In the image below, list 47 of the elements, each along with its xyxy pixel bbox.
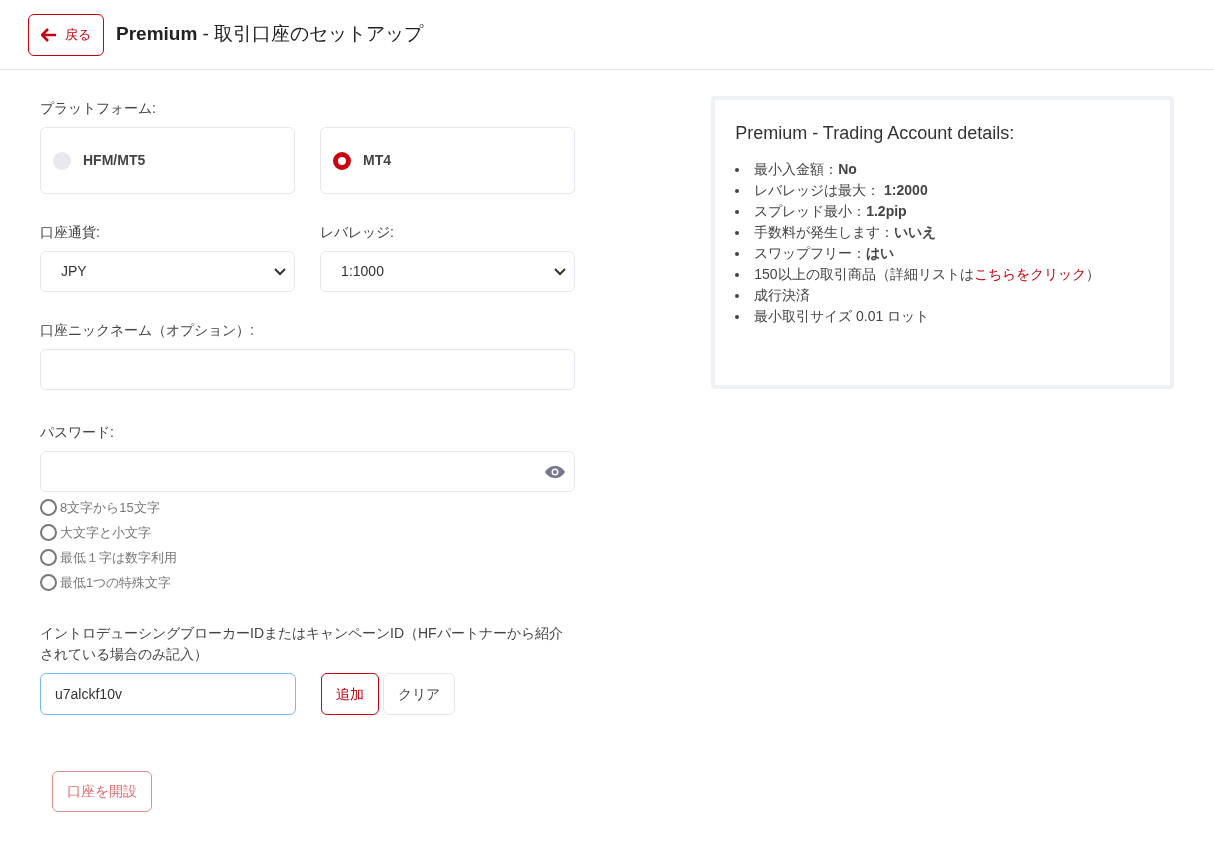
- detail-item: 成行決済: [754, 286, 811, 305]
- input-field[interactable]: u7alckf10v: [40, 673, 296, 715]
- detail-item: 最小取引サイズ 0.01 ロット: [754, 307, 930, 326]
- page-title: Premium - 取引口座のセットアップ: [116, 22, 424, 47]
- platform-label: HFM/MT5: [83, 151, 146, 170]
- detail-item: 150以上の取引商品（詳細リストは: [754, 265, 974, 284]
- field-label: 口座ニックネーム（オプション）:: [40, 321, 255, 340]
- select-field[interactable]: JPY: [40, 251, 296, 292]
- back-button[interactable]: 戻る: [28, 13, 104, 56]
- bullet-icon: [735, 209, 740, 214]
- bullet-icon: [735, 272, 740, 277]
- chevron-down-icon: [554, 267, 567, 276]
- bullet-icon: [735, 167, 740, 172]
- select-field[interactable]: 1:1000: [320, 251, 576, 292]
- requirement-text: 8文字から15文字: [60, 498, 160, 517]
- bullet-icon: [735, 188, 740, 193]
- requirement-text: 最低１字は数字利用: [60, 548, 177, 567]
- field-label: 口座通貨:: [40, 223, 101, 242]
- bullet-icon: [735, 314, 740, 319]
- field-label: プラットフォーム:: [40, 99, 157, 118]
- platform-label: MT4: [363, 151, 392, 170]
- bullet-icon: [735, 293, 740, 298]
- radio-icon: [333, 151, 352, 170]
- detail-item: スワップフリー：はい: [754, 244, 895, 263]
- add-button[interactable]: 追加: [321, 673, 379, 715]
- input-field[interactable]: [40, 349, 576, 390]
- clear-button[interactable]: クリア: [383, 673, 455, 715]
- field-label: イントロデューシングブローカーIDまたはキャンペーンID（HFパートナーから紹介されている場合のみ記入）: [40, 624, 564, 664]
- requirement-text: 最低1つの特殊文字: [60, 573, 172, 592]
- chevron-down-icon: [274, 267, 287, 276]
- field-label: レバレッジ:: [320, 223, 395, 242]
- eye-icon[interactable]: [544, 464, 567, 479]
- requirement-text: 大文字と小文字: [60, 523, 151, 542]
- details-link[interactable]: こちらをクリック: [973, 264, 1086, 285]
- password-field[interactable]: [40, 451, 576, 492]
- bullet-icon: [735, 230, 740, 235]
- detail-item: 手数料が発生します：いいえ: [754, 223, 937, 242]
- detail-item: レバレッジは最大： 1:2000: [754, 181, 928, 200]
- platform-option[interactable]: HFM/MT5: [40, 127, 296, 194]
- detail-item: 最小入金額：No: [754, 160, 857, 179]
- field-label: パスワード:: [40, 423, 115, 442]
- arrow-left-icon: [41, 27, 57, 42]
- details-title: Premium - Trading Account details:: [735, 122, 1016, 145]
- detail-item: ）: [1085, 265, 1100, 284]
- bullet-icon: [735, 251, 740, 256]
- platform-option[interactable]: MT4: [320, 127, 576, 194]
- detail-item: スプレッド最小：1.2pip: [754, 202, 907, 221]
